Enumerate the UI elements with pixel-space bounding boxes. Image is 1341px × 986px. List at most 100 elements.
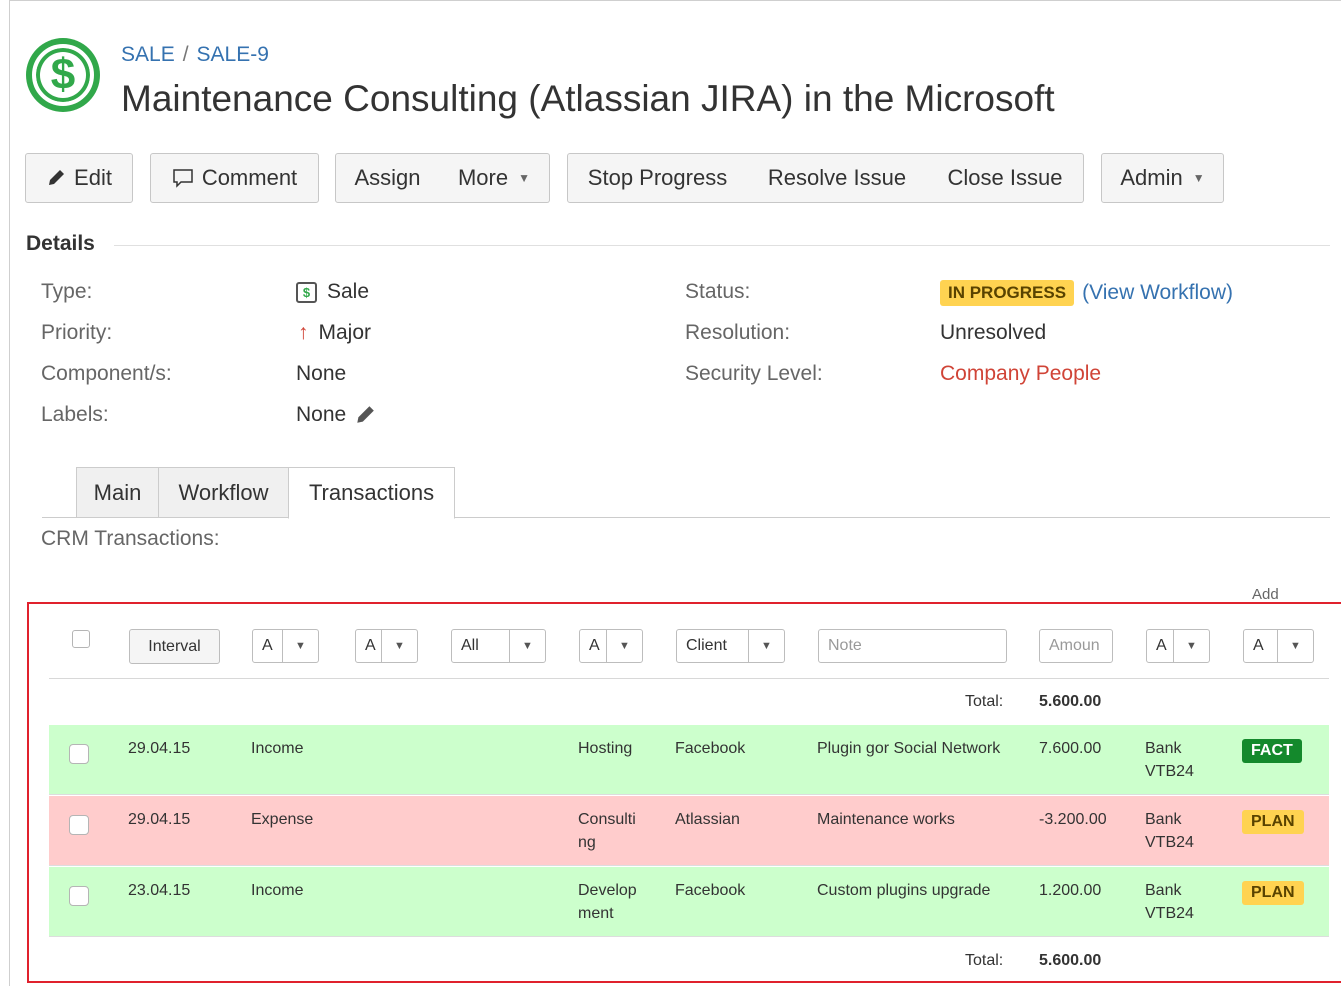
components-value: None	[296, 362, 347, 385]
stop-progress-button[interactable]: Stop Progress	[567, 153, 748, 203]
table-row: 23.04.15 Income Development Facebook Cus…	[49, 867, 1329, 937]
filter-row: Interval A ▼ A ▼ All ▼ A ▼ Client ▼ Note Amou…	[29, 604, 1341, 678]
chevron-down-icon: ▼	[509, 630, 545, 662]
account-filter-select[interactable]: A ▼	[1146, 629, 1210, 663]
tab-workflow[interactable]: Workflow	[158, 467, 289, 518]
row-checkbox[interactable]	[69, 744, 89, 764]
labels-label: Labels:	[41, 403, 109, 426]
crm-transactions-label: CRM Transactions:	[41, 527, 220, 550]
resolution-label: Resolution:	[685, 321, 791, 344]
status-value: IN PROGRESS (View Workflow)	[940, 280, 1233, 306]
sale-dollar-icon: $	[26, 38, 100, 112]
chevron-down-icon: ▼	[518, 171, 530, 185]
note-filter-input[interactable]: Note	[818, 629, 1007, 663]
more-button[interactable]: More ▼	[439, 153, 550, 203]
resolve-issue-button[interactable]: Resolve Issue	[747, 153, 928, 203]
chevron-down-icon: ▼	[381, 630, 417, 662]
more-label: More	[457, 165, 509, 190]
labels-value: None	[296, 403, 376, 427]
sale-type-icon: $	[296, 281, 317, 303]
table-row: 29.04.15 Income Hosting Facebook Plugin …	[49, 725, 1329, 795]
view-workflow-close-paren: )	[1226, 281, 1234, 304]
top-total-value: 5.600.00	[1039, 693, 1102, 710]
row-kind: Income	[251, 882, 304, 899]
admin-button[interactable]: Admin ▼	[1101, 153, 1224, 203]
select-all-checkbox[interactable]	[72, 630, 90, 648]
top-total-label: Total:	[965, 693, 1004, 710]
category-filter-select[interactable]: A ▼	[579, 629, 643, 663]
status-badge-plan: PLAN	[1242, 881, 1304, 905]
edit-button[interactable]: Edit	[25, 153, 133, 203]
edit-label: Edit	[74, 165, 112, 190]
category-filter-value: A	[589, 637, 600, 654]
table-row: 29.04.15 Expense Consulting Atlassian Ma…	[49, 796, 1329, 866]
client-filter-select[interactable]: Client ▼	[676, 629, 785, 663]
chevron-down-icon: ▼	[1173, 630, 1209, 662]
pencil-icon[interactable]	[354, 404, 376, 426]
bottom-total-value: 5.600.00	[1039, 952, 1102, 969]
row-date: 29.04.15	[128, 740, 191, 757]
row-kind: Expense	[251, 811, 314, 828]
pencil-icon	[46, 168, 66, 188]
type-filter-value: A	[262, 637, 273, 654]
status-filter-select[interactable]: A ▼	[1243, 629, 1314, 663]
status-filter-value: A	[1253, 637, 1264, 654]
chevron-down-icon: ▼	[282, 630, 318, 662]
components-label: Component/s:	[41, 362, 172, 385]
row-note: Maintenance works	[817, 811, 955, 828]
second-filter-value: A	[365, 637, 376, 654]
close-issue-button[interactable]: Close Issue	[927, 153, 1084, 203]
interval-button[interactable]: Interval	[129, 629, 220, 664]
all-filter-select[interactable]: All ▼	[451, 629, 546, 663]
view-workflow-link[interactable]: View Workflow	[1089, 281, 1226, 305]
status-badge-fact: FACT	[1242, 739, 1302, 763]
resolution-value: Unresolved	[940, 321, 1047, 344]
comment-icon	[172, 167, 194, 189]
status-label: Status:	[685, 280, 751, 303]
breadcrumb-project-link[interactable]: SALE	[121, 43, 175, 66]
chevron-down-icon: ▼	[1277, 630, 1313, 662]
row-note: Custom plugins upgrade	[817, 882, 991, 899]
second-filter-select[interactable]: A ▼	[355, 629, 418, 663]
account-filter-value: A	[1156, 637, 1167, 654]
status-badge: IN PROGRESS	[940, 280, 1075, 306]
row-client: Atlassian	[675, 811, 740, 828]
view-workflow-open-paren: (	[1082, 281, 1090, 304]
tab-transactions[interactable]: Transactions	[288, 467, 455, 519]
tab-main[interactable]: Main	[76, 467, 159, 518]
chevron-down-icon: ▼	[1192, 171, 1205, 185]
admin-label: Admin	[1120, 165, 1183, 190]
issue-title: Maintenance Consulting (Atlassian JIRA) …	[121, 78, 1055, 119]
comment-label: Comment	[201, 165, 298, 190]
amount-filter-input[interactable]: Amoun	[1039, 629, 1113, 663]
row-client: Facebook	[675, 882, 746, 899]
row-kind: Income	[251, 740, 304, 757]
add-transaction-link[interactable]: Add	[1252, 586, 1279, 603]
row-checkbox[interactable]	[69, 886, 89, 906]
filter-divider	[49, 678, 1329, 679]
row-category: Consulting	[578, 811, 636, 851]
row-checkbox[interactable]	[69, 815, 89, 835]
row-account: Bank VTB24	[1145, 740, 1194, 780]
client-filter-value: Client	[686, 637, 727, 654]
type-value-text: Sale	[327, 280, 370, 303]
priority-value: ↑ Major	[298, 321, 371, 345]
details-heading: Details	[26, 232, 95, 255]
type-filter-select[interactable]: A ▼	[252, 629, 319, 663]
comment-button[interactable]: Comment	[150, 153, 319, 203]
chevron-down-icon: ▼	[606, 630, 642, 662]
row-amount: 7.600.00	[1039, 740, 1102, 757]
security-level-value[interactable]: Company People	[940, 362, 1101, 386]
status-badge-plan: PLAN	[1242, 810, 1304, 834]
row-date: 29.04.15	[128, 811, 191, 828]
row-account: Bank VTB24	[1145, 882, 1194, 922]
row-amount: 1.200.00	[1039, 882, 1102, 899]
row-client: Facebook	[675, 740, 746, 757]
row-amount: -3.200.00	[1039, 811, 1107, 828]
row-date: 23.04.15	[128, 882, 191, 899]
row-note: Plugin gor Social Network	[817, 740, 1001, 757]
breadcrumb-issue-link[interactable]: SALE-9	[197, 43, 269, 66]
all-filter-value: All	[461, 637, 479, 654]
bottom-total-label: Total:	[965, 952, 1004, 969]
assign-button[interactable]: Assign	[335, 153, 440, 203]
